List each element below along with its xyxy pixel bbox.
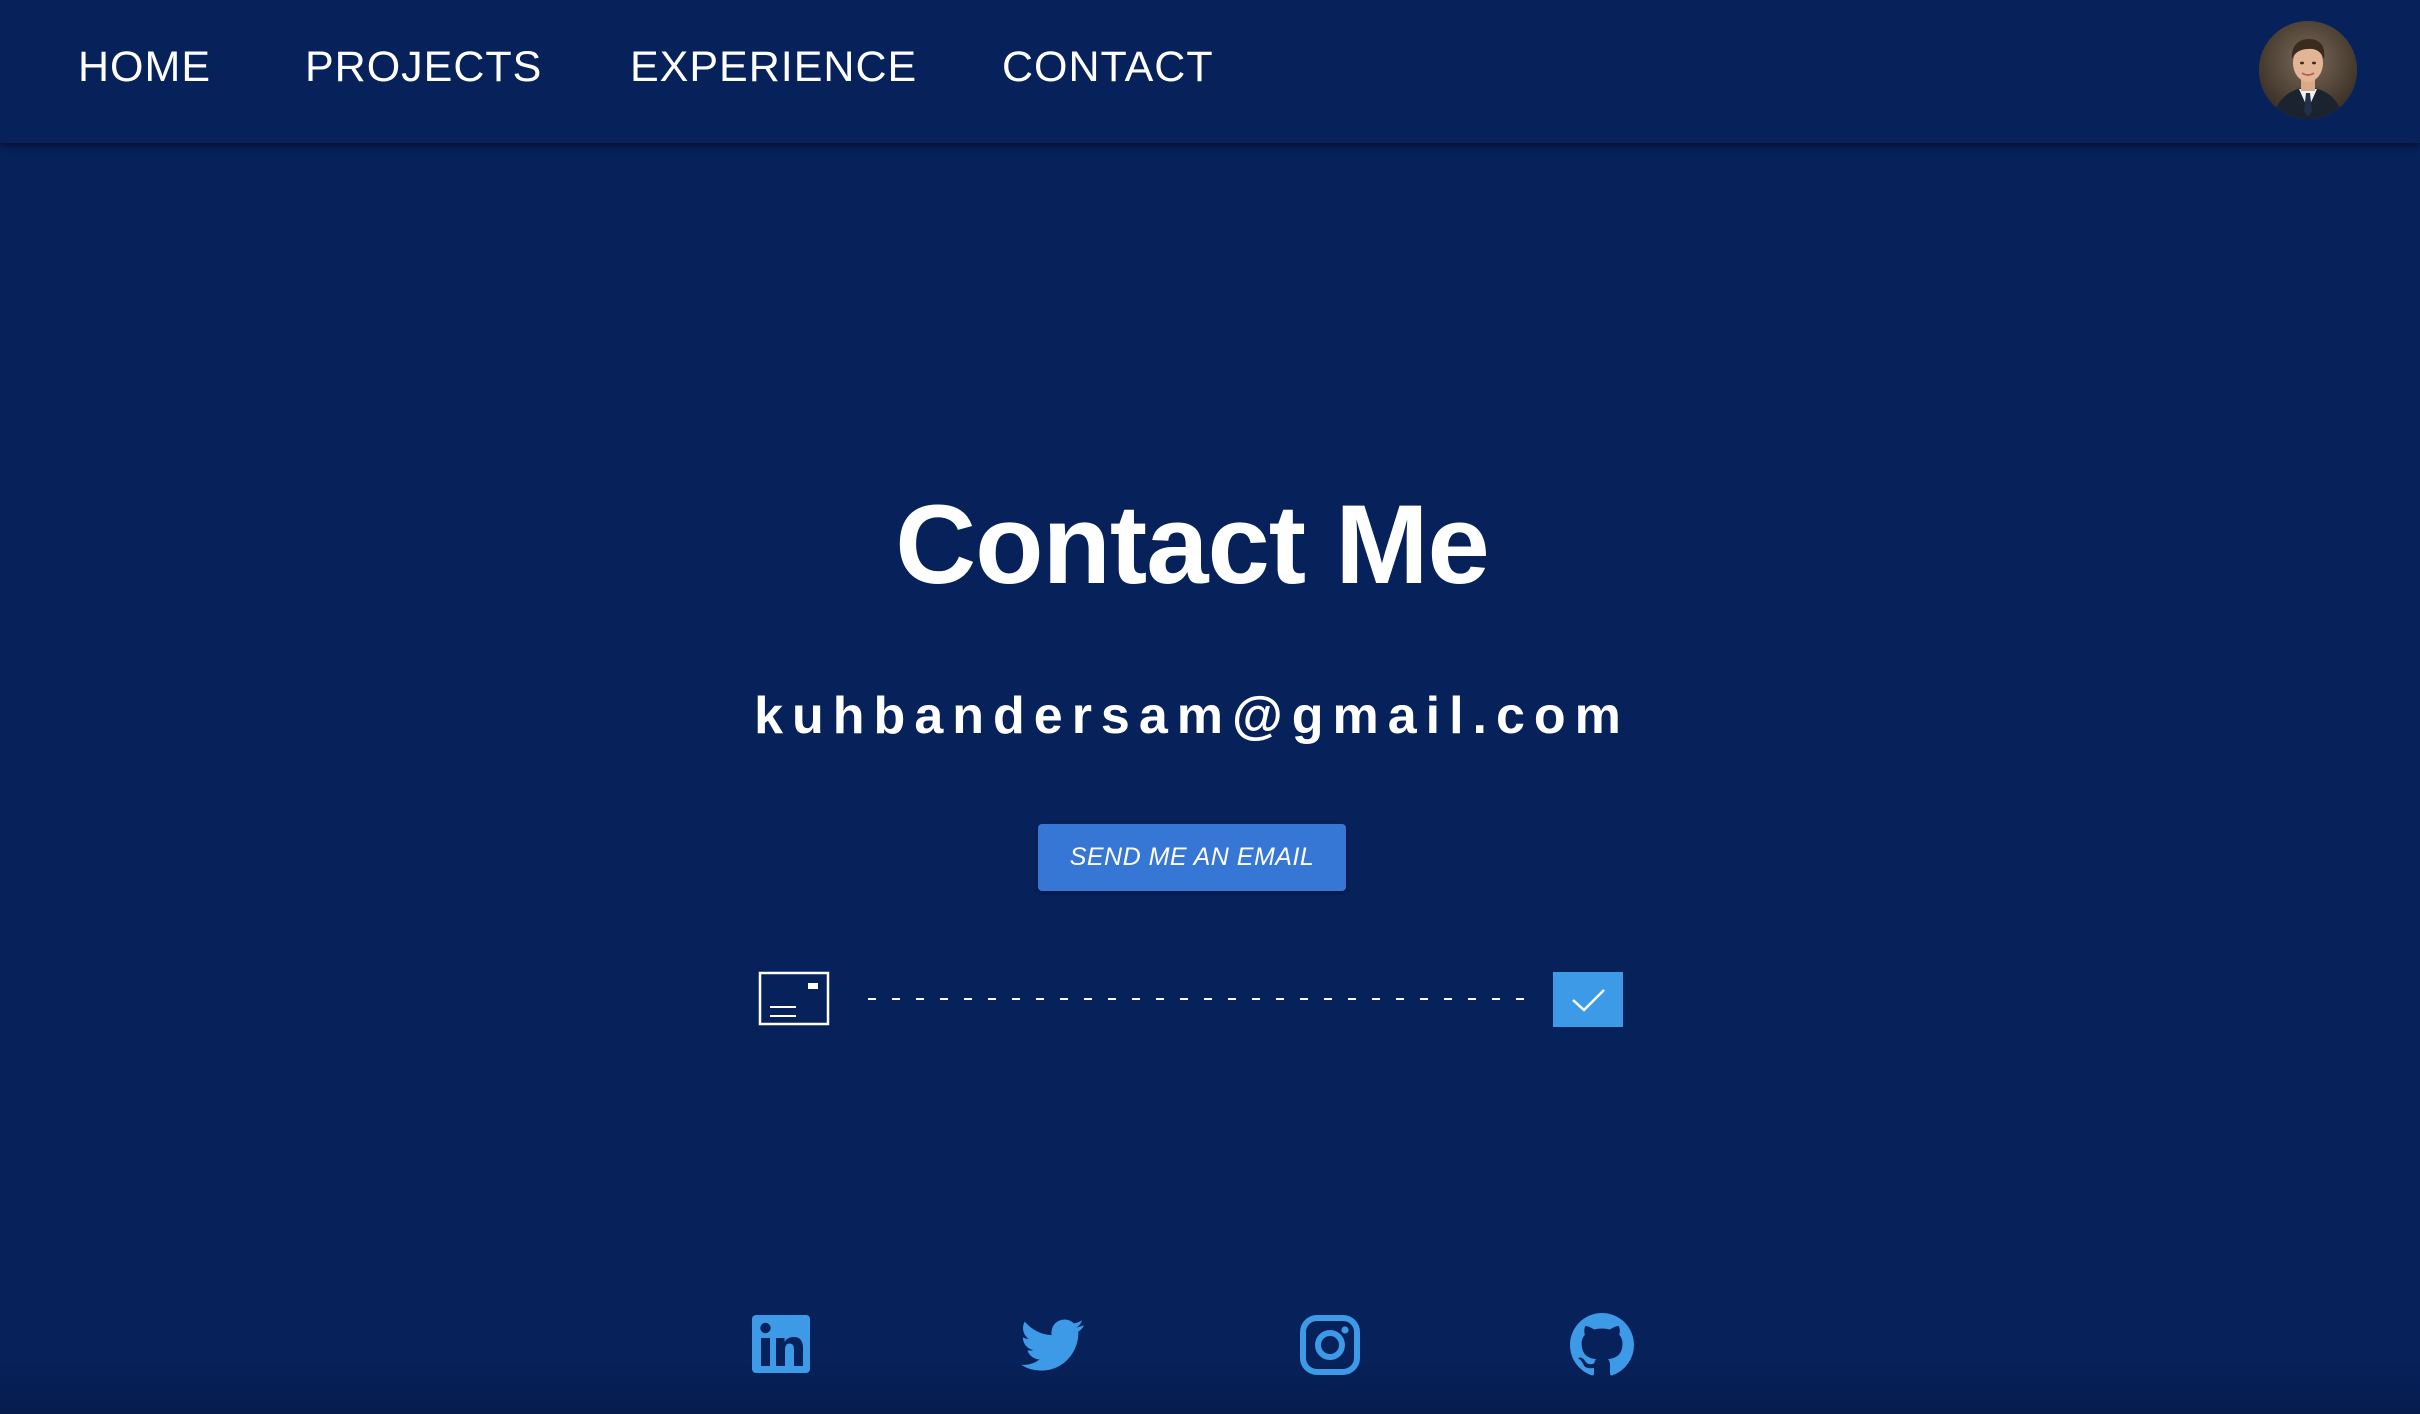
envelope-icon	[758, 971, 830, 1026]
profile-photo-icon	[2259, 21, 2357, 119]
nav-link-experience[interactable]: EXPERIENCE	[630, 42, 917, 92]
contact-page: HOME PROJECTS EXPERIENCE CONTACT Contact…	[0, 0, 2420, 1414]
instagram-icon[interactable]	[1298, 1313, 1362, 1377]
footer	[0, 1280, 2420, 1414]
github-icon[interactable]	[1570, 1313, 1634, 1377]
email-address: kuhbandersam@gmail.com	[754, 687, 1630, 745]
twitter-icon[interactable]	[1021, 1313, 1085, 1377]
linkedin-icon[interactable]	[750, 1313, 814, 1377]
avatar[interactable]	[2259, 21, 2357, 119]
nav-link-home[interactable]: HOME	[78, 42, 211, 92]
nav-link-projects[interactable]: PROJECTS	[305, 42, 542, 92]
check-icon	[1553, 972, 1623, 1027]
nav-link-contact[interactable]: CONTACT	[1002, 42, 1214, 92]
send-email-button[interactable]: SEND ME AN EMAIL	[1038, 824, 1346, 891]
page-title: Contact Me	[895, 482, 1490, 607]
top-navbar: HOME PROJECTS EXPERIENCE CONTACT	[0, 0, 2420, 143]
email-send-animation	[758, 970, 1626, 1030]
